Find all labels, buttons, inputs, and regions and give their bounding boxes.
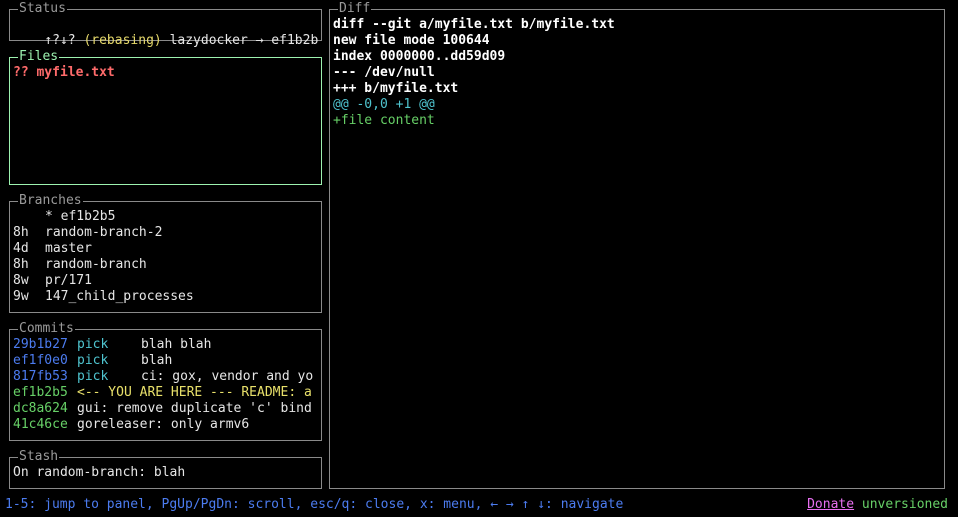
donate-link[interactable]: Donate bbox=[807, 497, 854, 512]
branch-row[interactable]: * ef1b2b5 bbox=[13, 209, 318, 225]
diff-header-line: diff --git a/myfile.txt b/myfile.txt bbox=[333, 17, 615, 32]
diff-panel-title: Diff bbox=[338, 1, 372, 17]
version-label: unversioned bbox=[861, 497, 948, 512]
branch-row[interactable]: 8h random-branch-2 bbox=[13, 225, 318, 241]
status-panel[interactable]: Status ↑?↓? (rebasing) lazydocker → ef1b… bbox=[9, 1, 322, 48]
files-panel[interactable]: Files ?? myfile.txt bbox=[9, 49, 322, 185]
commits-panel[interactable]: Commits 29b1b27 pick blah blah ef1f0e0 pick b… bbox=[9, 321, 322, 441]
branch-age: 4d bbox=[13, 241, 29, 256]
branch-row[interactable]: 8h random-branch bbox=[13, 257, 318, 273]
commit-row[interactable]: ef1f0e0 pick blah bbox=[13, 353, 318, 369]
diff-panel[interactable]: Diff diff --git a/myfile.txt b/myfile.tx… bbox=[329, 1, 945, 489]
commit-row[interactable]: dc8a624 gui: remove duplicate 'c' bind bbox=[13, 401, 318, 417]
branch-age: 8h bbox=[13, 225, 29, 240]
repo-branch: lazydocker → ef1b2b5 bbox=[169, 33, 318, 48]
stash-panel-title: Stash bbox=[18, 449, 60, 465]
branch-name: 147_child_processes bbox=[45, 289, 194, 304]
branch-name: random-branch bbox=[45, 257, 147, 272]
files-list: ?? myfile.txt bbox=[13, 65, 318, 81]
commit-message: goreleaser: only armv6 bbox=[77, 417, 250, 432]
rebasing-state: (rebasing) bbox=[83, 33, 162, 48]
diff-header-line: index 0000000..dd59d09 bbox=[333, 49, 506, 64]
status-arrows: ↑?↓? bbox=[44, 33, 76, 48]
commit-action: pick bbox=[77, 353, 109, 368]
footer-bar: 1-5: jump to panel, PgUp/PgDn: scroll, e… bbox=[5, 497, 948, 513]
footer-right: Donate unversioned bbox=[807, 497, 948, 513]
branches-panel-title: Branches bbox=[18, 193, 83, 209]
diff-header-line: --- /dev/null bbox=[333, 65, 435, 80]
commit-row[interactable]: 817fb53 pick ci: gox, vendor and yo bbox=[13, 369, 318, 385]
status-panel-title: Status bbox=[18, 1, 67, 17]
commit-hash: dc8a624 bbox=[13, 401, 68, 416]
commit-message: blah bbox=[141, 353, 173, 368]
branch-row[interactable]: 9w 147_child_processes bbox=[13, 289, 318, 305]
commit-hash: 817fb53 bbox=[13, 369, 68, 384]
branch-age: 8w bbox=[13, 273, 29, 288]
commits-list: 29b1b27 pick blah blah ef1f0e0 pick blah 817fb… bbox=[13, 337, 318, 433]
branches-panel[interactable]: Branches * ef1b2b5 8h random-branch-2 4d mas… bbox=[9, 193, 322, 313]
commits-panel-title: Commits bbox=[18, 321, 75, 337]
stash-list: On random-branch: blah bbox=[13, 465, 318, 481]
diff-added-line: +file content bbox=[333, 113, 435, 128]
commit-message: gui: remove duplicate 'c' bind bbox=[77, 401, 312, 416]
commit-row[interactable]: 29b1b27 pick blah blah bbox=[13, 337, 318, 353]
diff-header-line: new file mode 100644 bbox=[333, 33, 490, 48]
branch-name: master bbox=[45, 241, 92, 256]
branch-name: random-branch-2 bbox=[45, 225, 163, 240]
commit-hash: ef1b2b5 bbox=[13, 385, 68, 400]
commit-hash: 41c46ce bbox=[13, 417, 68, 432]
diff-content: diff --git a/myfile.txt b/myfile.txt new … bbox=[333, 17, 941, 129]
file-row[interactable]: ?? myfile.txt bbox=[13, 65, 318, 81]
commit-row[interactable]: ef1b2b5 <-- YOU ARE HERE --- README: a bbox=[13, 385, 318, 401]
diff-header-line: +++ b/myfile.txt bbox=[333, 81, 459, 96]
commit-hash: 29b1b27 bbox=[13, 337, 68, 352]
commit-message: ci: gox, vendor and yo bbox=[141, 369, 314, 384]
branch-name: * ef1b2b5 bbox=[45, 209, 116, 224]
commit-row[interactable]: 41c46ce goreleaser: only armv6 bbox=[13, 417, 318, 433]
diff-hunk-line: @@ -0,0 +1 @@ bbox=[333, 97, 435, 112]
stash-panel[interactable]: Stash On random-branch: blah bbox=[9, 449, 322, 489]
branch-age: 8h bbox=[13, 257, 29, 272]
file-name: myfile.txt bbox=[36, 65, 115, 80]
keybinding-hints: 1-5: jump to panel, PgUp/PgDn: scroll, e… bbox=[5, 497, 624, 512]
branch-age: 9w bbox=[13, 289, 29, 304]
branch-name: pr/171 bbox=[45, 273, 92, 288]
commit-message: blah blah bbox=[141, 337, 212, 352]
commit-action: pick bbox=[77, 369, 109, 384]
branch-row[interactable]: 4d master bbox=[13, 241, 318, 257]
commit-hash: ef1f0e0 bbox=[13, 353, 68, 368]
file-status: ?? bbox=[13, 65, 29, 80]
commit-message: <-- YOU ARE HERE --- README: a bbox=[77, 385, 312, 400]
branches-list: * ef1b2b5 8h random-branch-2 4d master 8h rand… bbox=[13, 209, 318, 305]
stash-entry[interactable]: On random-branch: blah bbox=[13, 465, 318, 481]
branch-row[interactable]: 8w pr/171 bbox=[13, 273, 318, 289]
commit-action: pick bbox=[77, 337, 109, 352]
files-panel-title: Files bbox=[18, 49, 60, 65]
